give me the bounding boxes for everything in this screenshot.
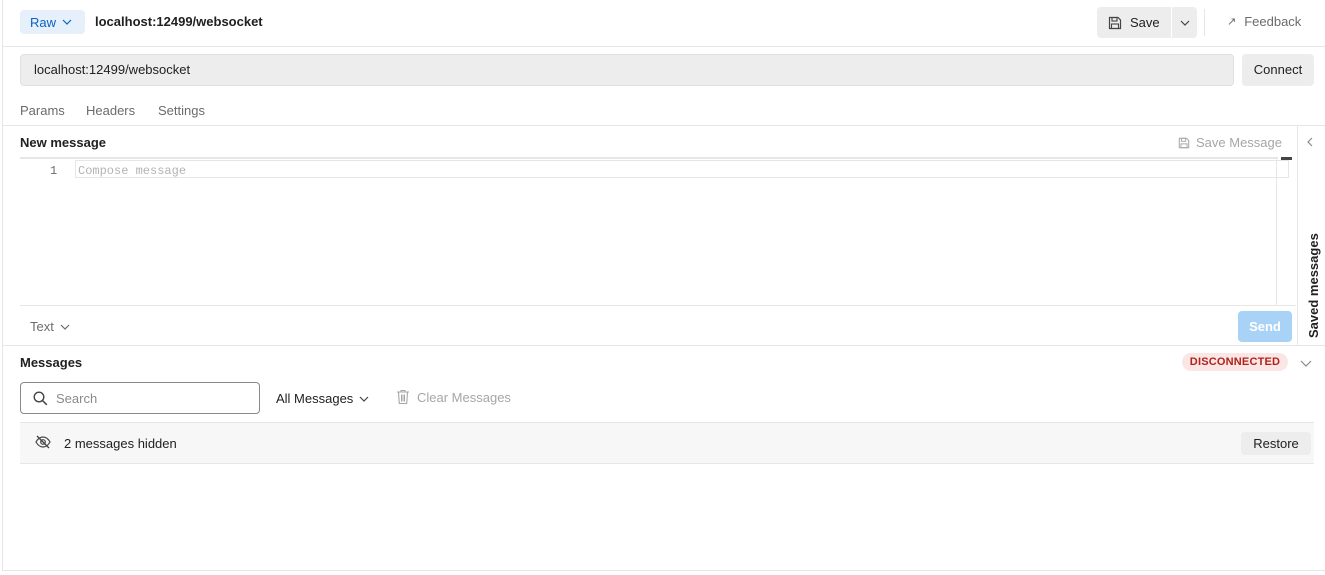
- url-input[interactable]: localhost:12499/websocket: [20, 54, 1234, 86]
- line-number: 1: [50, 164, 58, 178]
- saved-messages-toggle[interactable]: Saved messages: [1306, 233, 1321, 338]
- hidden-messages-banner: 2 messages hidden Restore: [20, 422, 1314, 464]
- chevron-down-icon[interactable]: [1300, 356, 1312, 371]
- message-editor[interactable]: 1 Compose message: [20, 157, 1289, 305]
- mode-dropdown[interactable]: Raw: [20, 10, 85, 34]
- divider: [3, 345, 1325, 346]
- message-filter-dropdown[interactable]: All Messages: [276, 391, 369, 406]
- search-icon: [33, 390, 48, 405]
- tab-params[interactable]: Params: [20, 103, 65, 118]
- hidden-messages-text: 2 messages hidden: [64, 436, 177, 451]
- save-icon: [1108, 16, 1122, 29]
- arrow-up-right-icon: ↗: [1227, 16, 1237, 28]
- connect-button[interactable]: Connect: [1242, 54, 1314, 86]
- chevron-left-icon[interactable]: [1306, 136, 1314, 150]
- active-line: [75, 160, 1289, 178]
- chevron-down-icon: [62, 19, 72, 25]
- editor-scrollbar[interactable]: [1276, 157, 1292, 305]
- request-title[interactable]: localhost:12499/websocket: [95, 14, 263, 29]
- divider: [20, 305, 1296, 306]
- editor-placeholder: Compose message: [78, 164, 187, 178]
- feedback-label: Feedback: [1244, 14, 1302, 29]
- chevron-down-icon: [1180, 20, 1189, 26]
- format-label: Text: [30, 319, 54, 334]
- send-button[interactable]: Send: [1238, 311, 1292, 342]
- scrollbar-thumb[interactable]: [1281, 157, 1292, 160]
- composer-title: New message: [20, 135, 106, 150]
- eye-off-icon: [35, 435, 51, 449]
- websocket-request-panel: Raw localhost:12499/websocket Save ↗ Fee…: [2, 0, 1325, 571]
- save-message-button[interactable]: Save Message: [1178, 135, 1282, 150]
- search-input[interactable]: [56, 390, 236, 406]
- clear-messages-label: Clear Messages: [417, 389, 511, 405]
- feedback-link[interactable]: ↗ Feedback: [1227, 14, 1301, 29]
- divider: [1204, 9, 1205, 36]
- save-options-button[interactable]: [1172, 7, 1197, 38]
- format-dropdown[interactable]: Text: [30, 319, 70, 334]
- divider: [1297, 126, 1298, 345]
- tab-settings[interactable]: Settings: [158, 103, 205, 118]
- save-button[interactable]: Save: [1097, 7, 1171, 38]
- mode-label: Raw: [30, 14, 57, 30]
- filter-label: All Messages: [276, 391, 354, 406]
- chevron-down-icon: [60, 324, 70, 330]
- tab-headers[interactable]: Headers: [86, 103, 135, 118]
- trash-icon: [397, 389, 409, 405]
- clear-messages-button[interactable]: Clear Messages: [396, 389, 511, 405]
- save-icon: [1178, 137, 1190, 148]
- chevron-down-icon: [359, 396, 369, 402]
- request-header: Raw localhost:12499/websocket Save ↗ Fee…: [3, 0, 1325, 47]
- status-badge: DISCONNECTED: [1182, 353, 1288, 371]
- divider: [3, 125, 1325, 126]
- save-message-label: Save Message: [1196, 135, 1282, 150]
- restore-button[interactable]: Restore: [1241, 432, 1311, 455]
- messages-title: Messages: [20, 355, 83, 370]
- save-label: Save: [1130, 15, 1160, 30]
- message-search[interactable]: [20, 382, 260, 414]
